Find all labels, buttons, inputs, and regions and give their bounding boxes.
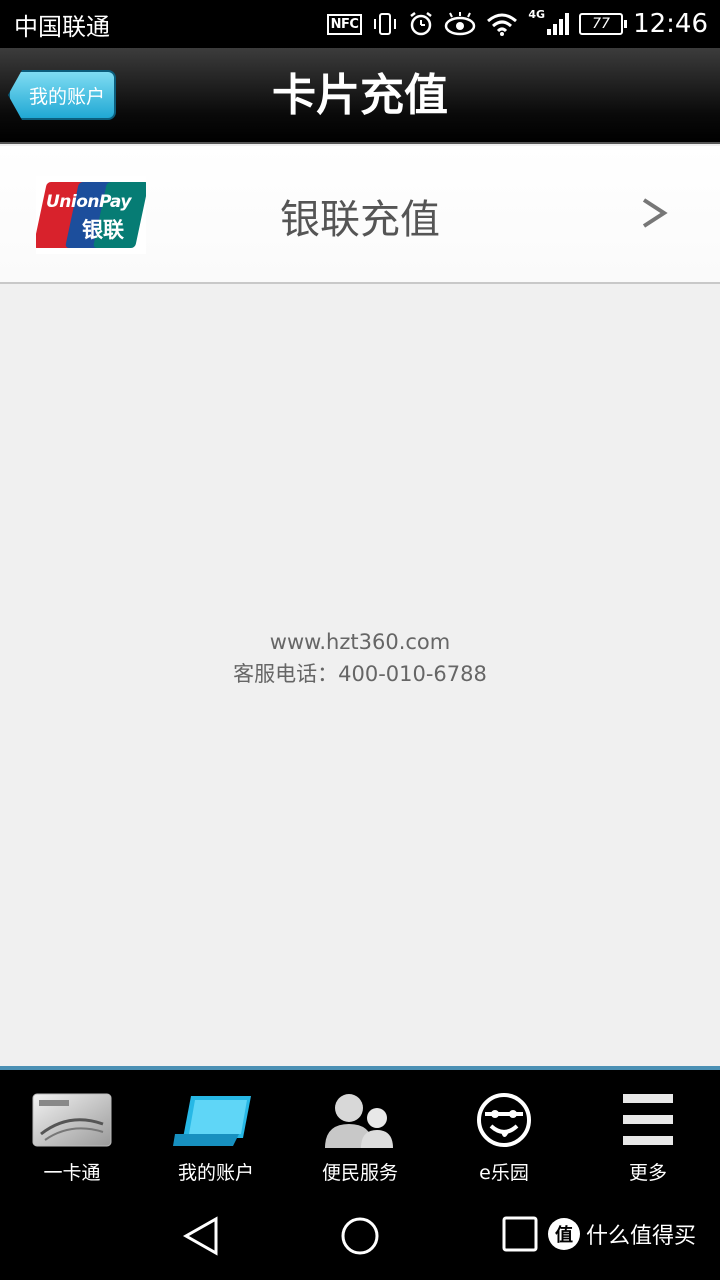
carrier-name: 中国联通 [14, 12, 110, 41]
watermark: 值 什么值得买 [548, 1212, 696, 1256]
vibrate-icon [374, 13, 397, 35]
tab-label: e乐园 [479, 1162, 529, 1184]
eye-comfort-icon [445, 12, 476, 36]
title-bar: 我的账户 卡片充值 [0, 48, 720, 144]
back-button[interactable]: 我的账户 [8, 70, 116, 120]
tab-e-paradise[interactable]: e乐园 [432, 1070, 576, 1196]
hotline-text: 客服电话：400-010-6788 [233, 662, 487, 686]
tab-label: 一卡通 [43, 1162, 101, 1184]
website-text: www.hzt360.com [269, 630, 451, 654]
watermark-text: 什么值得买 [586, 1224, 697, 1249]
tab-convenience-services[interactable]: 便民服务 [288, 1070, 432, 1196]
nav-recent-apps-icon[interactable] [502, 1216, 538, 1252]
battery-level: 77 [592, 16, 610, 32]
tab-label: 我的账户 [177, 1162, 254, 1184]
people-icon [325, 1094, 393, 1148]
card-icon [32, 1093, 112, 1147]
menu-icon [623, 1094, 673, 1145]
account-icon [173, 1096, 251, 1146]
system-nav-bar: 值 什么值得买 [0, 1196, 720, 1280]
nav-home-icon[interactable] [340, 1216, 380, 1256]
smiley-icon [477, 1093, 531, 1147]
unionpay-recharge-row[interactable]: UnionPay 银联 银联充值 [0, 146, 720, 284]
battery-icon: 77 [579, 13, 628, 35]
status-bar: 中国联通 NFC 4G 77 12:46 [0, 0, 720, 48]
watermark-badge: 值 [548, 1218, 580, 1250]
tab-label: 更多 [628, 1162, 667, 1184]
nav-back-icon[interactable] [182, 1216, 220, 1256]
tab-yikatong[interactable]: 一卡通 [0, 1070, 144, 1196]
back-button-label: 我的账户 [28, 85, 105, 108]
recharge-option-label: 银联充值 [280, 197, 440, 243]
nfc-icon: NFC [326, 13, 363, 35]
tab-bar: 一卡通 我的账户 便民服务 e乐园 更多 [0, 1066, 720, 1196]
tab-label: 便民服务 [321, 1162, 398, 1184]
tab-more[interactable]: 更多 [576, 1070, 720, 1196]
tab-my-account[interactable]: 我的账户 [144, 1070, 288, 1196]
chevron-right-icon [642, 198, 668, 228]
signal-icon [547, 13, 570, 35]
wifi-icon [487, 13, 518, 36]
network-type: 4G [528, 7, 546, 21]
alarm-icon [410, 12, 433, 36]
status-icons: NFC 4G 77 12:46 [326, 7, 708, 39]
clock: 12:46 [633, 9, 708, 39]
